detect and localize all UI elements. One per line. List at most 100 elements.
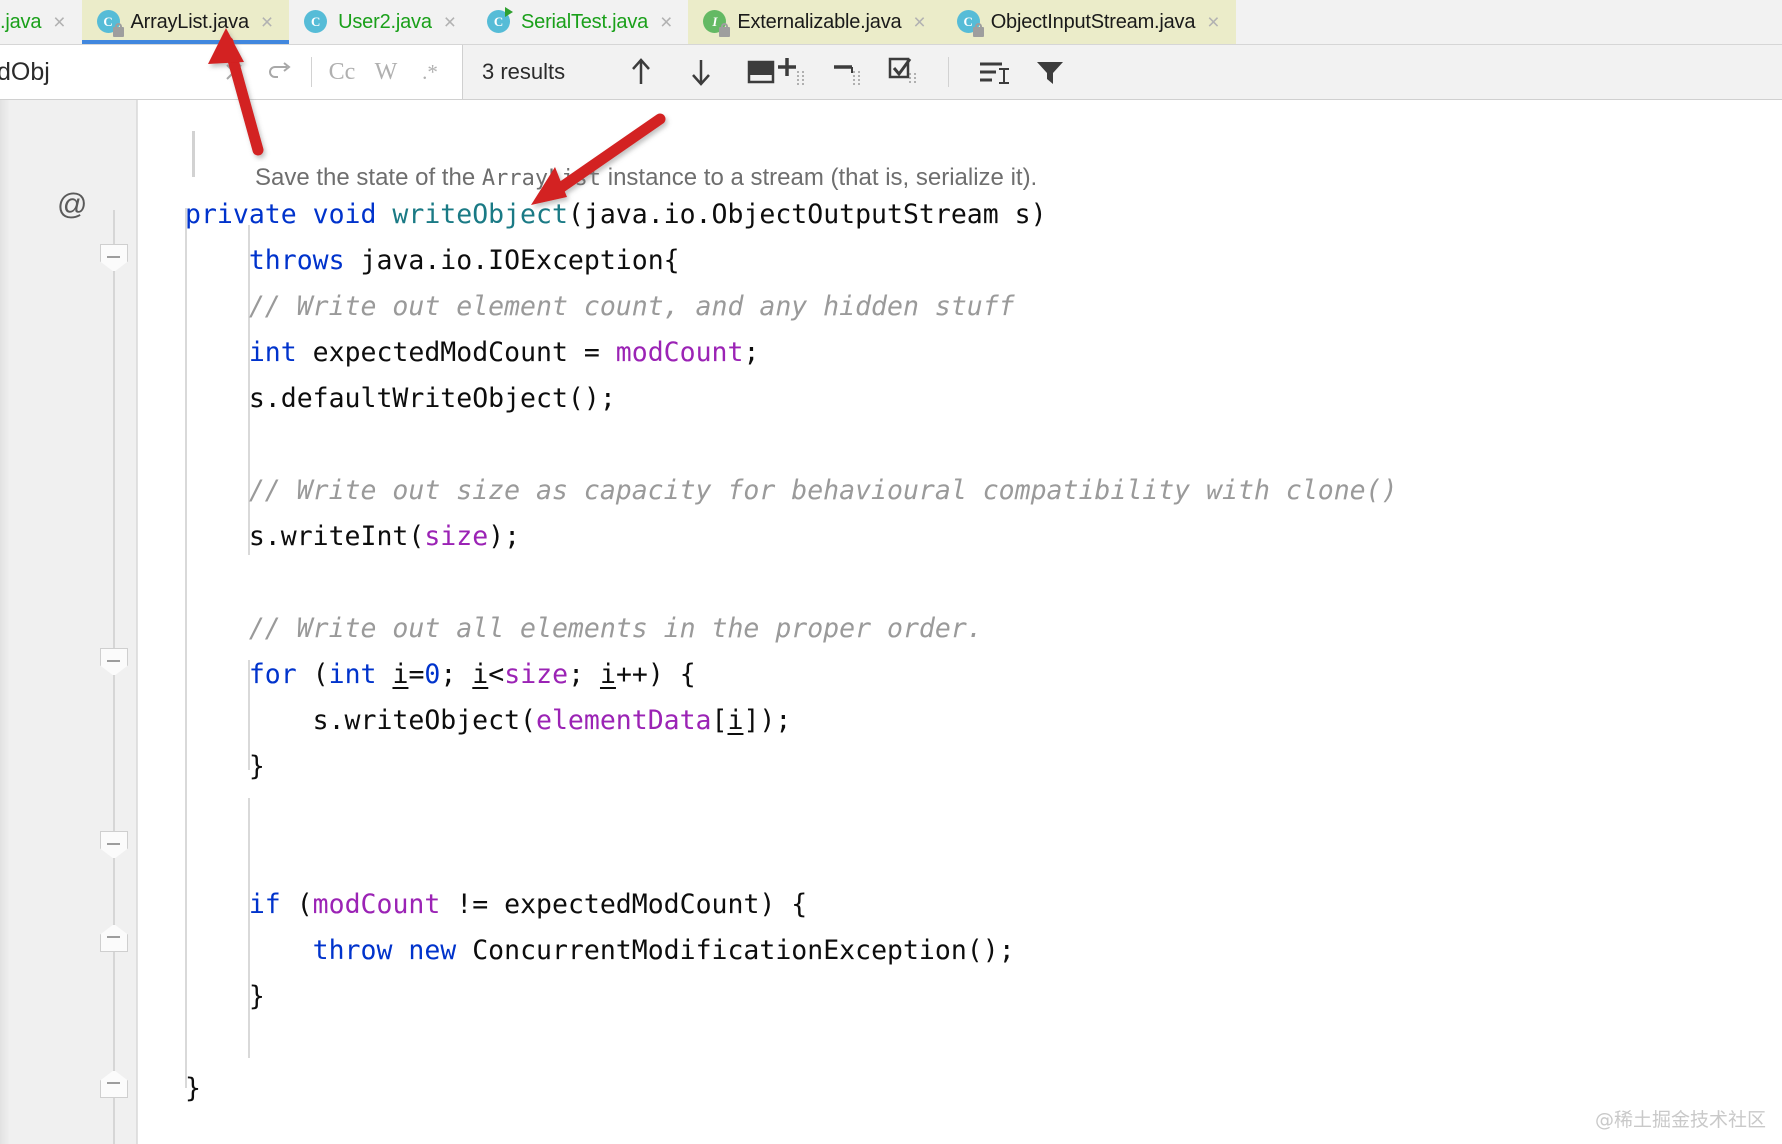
editor-tab-label: Externalizable.java [737, 10, 902, 33]
code-line[interactable]: s.writeInt(size); [185, 514, 1782, 560]
code-line[interactable]: } [185, 1066, 1782, 1112]
code-token-kw: private [185, 199, 313, 230]
tab-close-icon[interactable]: × [660, 12, 672, 33]
toolbar-divider [311, 57, 312, 87]
tab-close-icon[interactable]: × [261, 12, 273, 33]
editor-tab-user2[interactable]: C User2.java × [289, 0, 473, 44]
code-token-plain: s.defaultWriteObject(); [248, 383, 616, 414]
find-input-wrapper[interactable]: dObj Cc W .* [0, 45, 463, 99]
code-token-plain: [ [711, 705, 728, 736]
code-token-fld: size [424, 521, 489, 552]
interface-icon: I [702, 9, 731, 37]
code-line[interactable] [185, 836, 1782, 882]
tab-close-icon[interactable]: × [1207, 12, 1219, 33]
code-line[interactable]: throws java.io.IOException{ [185, 238, 1782, 284]
code-token-fld: modCount [615, 337, 744, 368]
code-token-plain: ; [568, 659, 600, 690]
editor-tab-externalizable[interactable]: I Externalizable.java × [688, 0, 942, 44]
fold-line-1 [113, 210, 115, 850]
code-token-kw: void [312, 199, 393, 230]
code-line[interactable] [185, 422, 1782, 468]
code-line[interactable] [185, 560, 1782, 606]
code-token-meth: writeObject [392, 199, 568, 230]
code-token-plain: s.writeObject( [312, 705, 537, 736]
code-line[interactable]: int expectedModCount = modCount; [185, 330, 1782, 376]
code-editor[interactable]: @ Save the state of the ArrayList instan… [0, 100, 1782, 1144]
find-field-actions: Cc W .* [213, 51, 462, 93]
idea-editor-window: .java × C ArrayList.java × C User2.java … [0, 0, 1782, 1144]
match-case-option[interactable]: Cc [322, 59, 362, 86]
code-token-fld: elementData [536, 705, 712, 736]
code-line[interactable] [185, 1020, 1782, 1066]
tab-close-icon[interactable]: × [913, 12, 925, 33]
code-line[interactable]: if (modCount != expectedModCount) { [185, 882, 1782, 928]
code-token-local: i [599, 659, 616, 690]
gutter-divider [136, 100, 137, 1144]
class-runnable-icon: C [486, 7, 514, 35]
code-token-plain: < [488, 659, 505, 690]
code-token-plain: } [185, 1073, 201, 1104]
find-navigation [620, 45, 782, 99]
regex-option[interactable]: .* [410, 60, 450, 85]
filter-icon[interactable] [1029, 51, 1071, 93]
preserve-case-icon[interactable] [973, 51, 1015, 93]
editor-tab-0[interactable]: .java × [0, 0, 82, 44]
class-icon: C [956, 9, 984, 37]
editor-tab-serialtest[interactable]: C SerialTest.java × [472, 0, 689, 44]
words-option[interactable]: W [366, 59, 406, 86]
code-token-plain: s.writeInt( [248, 521, 425, 552]
code-token-fld: modCount [312, 889, 441, 920]
code-line[interactable]: s.writeObject(elementData[i]); [185, 698, 1782, 744]
class-icon: C [303, 9, 329, 35]
code-line[interactable]: } [185, 744, 1782, 790]
code-line[interactable]: // Write out all elements in the proper … [185, 606, 1782, 652]
editor-tab-label: ObjectInputStream.java [990, 10, 1196, 33]
editor-tab-label: User2.java [338, 10, 432, 33]
code-line[interactable]: } [185, 974, 1782, 1020]
editor-tab-bar: .java × C ArrayList.java × C User2.java … [0, 0, 1782, 45]
tab-close-icon[interactable]: × [444, 12, 456, 33]
add-selection-icon[interactable] [770, 51, 812, 93]
code-token-plain: != expectedModCount) { [440, 889, 808, 920]
code-token-plain: ++) { [615, 659, 696, 690]
code-content[interactable]: private void writeObject(java.io.ObjectO… [185, 100, 1782, 1144]
annotation-gutter-marker[interactable]: @ [57, 190, 87, 220]
editor-tab-objectinputstream[interactable]: C ObjectInputStream.java × [941, 0, 1236, 44]
code-line[interactable] [185, 790, 1782, 836]
toolbar-divider-2 [948, 57, 949, 87]
find-input[interactable]: dObj [0, 58, 50, 87]
find-next-icon[interactable] [680, 51, 722, 93]
watermark: @稀土掘金技术社区 [1594, 1109, 1766, 1131]
editor-tab-label: SerialTest.java [521, 10, 649, 33]
code-line[interactable]: // Write out size as capacity for behavi… [185, 468, 1782, 514]
code-token-kw: for [248, 659, 297, 690]
code-token-cmt: // Write out size as capacity for behavi… [248, 475, 1398, 506]
code-line[interactable]: for (int i=0; i<size; i++) { [185, 652, 1782, 698]
tab-close-icon[interactable]: × [53, 12, 65, 33]
code-line[interactable]: private void writeObject(java.io.ObjectO… [185, 192, 1782, 238]
code-token-kw: int [248, 337, 297, 368]
code-line[interactable]: throw new ConcurrentModificationExceptio… [185, 928, 1782, 974]
class-icon: C [96, 9, 124, 37]
remove-selection-icon[interactable] [826, 51, 868, 93]
code-line[interactable]: s.defaultWriteObject(); [185, 376, 1782, 422]
editor-tab-arraylist[interactable]: C ArrayList.java × [81, 0, 290, 44]
editor-left-shadow [0, 100, 10, 1144]
search-history-icon[interactable] [259, 51, 301, 93]
code-token-plain: ( [280, 889, 313, 920]
code-token-cmt: // Write out element count, and any hidd… [248, 291, 1015, 322]
find-previous-icon[interactable] [620, 51, 662, 93]
clear-search-icon[interactable] [213, 51, 255, 93]
code-token-local: i [392, 659, 409, 690]
code-line[interactable]: // Write out element count, and any hidd… [185, 284, 1782, 330]
select-all-icon[interactable] [882, 51, 924, 93]
